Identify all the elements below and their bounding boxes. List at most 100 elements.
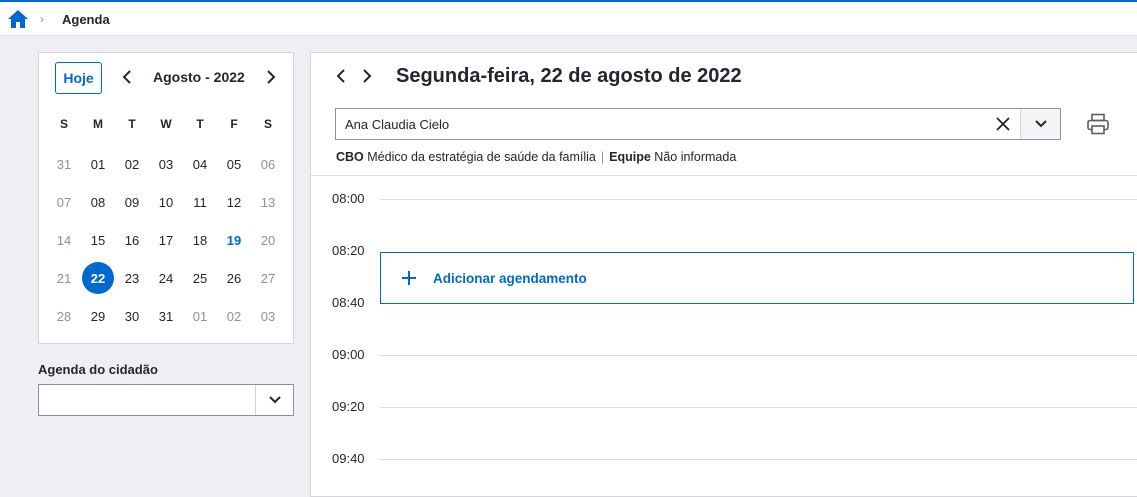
calendar-day-number: 04 [192,156,208,172]
time-label: 09:20 [332,399,365,414]
calendar-day-number: 14 [56,232,72,248]
calendar-day-number: 17 [158,232,174,248]
calendar-day-number: 11 [193,194,207,210]
calendar-day[interactable]: 16 [115,221,149,259]
calendar-day-number: 23 [124,270,140,286]
next-month-icon[interactable] [263,67,279,87]
weekday-label: S [263,117,272,131]
calendar-day[interactable]: 15 [81,221,115,259]
add-appointment-label: Adicionar agendamento [433,271,587,286]
calendar-day[interactable]: 11 [183,183,217,221]
calendar-month-label: Agosto - 2022 [153,69,245,85]
calendar-day[interactable]: 01 [183,297,217,335]
calendar-day[interactable]: 28 [47,297,81,335]
calendar-day[interactable]: 07 [47,183,81,221]
calendar-day-number: 01 [192,308,208,324]
calendar-day[interactable]: 22 [81,259,115,297]
calendar-day[interactable]: 25 [183,259,217,297]
add-appointment-button[interactable]: Adicionar agendamento [380,252,1134,304]
calendar-day[interactable]: 02 [217,297,251,335]
calendar-day[interactable]: 13 [251,183,285,221]
calendar-day-number: 02 [226,308,242,324]
weekday-label: F [230,117,238,131]
cbo-label: CBO [336,150,364,164]
plus-icon [402,271,416,285]
calendar-day[interactable]: 27 [251,259,285,297]
calendar-day-number: 31 [56,156,72,172]
cidadao-select[interactable] [38,384,294,416]
time-label: 08:40 [332,295,365,310]
next-day-icon[interactable] [359,67,375,85]
calendar-day[interactable]: 24 [149,259,183,297]
time-slot-line [380,407,1137,408]
calendar-day[interactable]: 29 [81,297,115,335]
time-label: 09:40 [332,451,365,466]
calendar-day[interactable]: 08 [81,183,115,221]
home-icon[interactable] [7,9,29,29]
calendar-day[interactable]: 06 [251,145,285,183]
calendar-day-number: 02 [124,156,140,172]
calendar-day-number: 27 [260,270,276,286]
calendar-day-number: 13 [260,194,276,210]
breadcrumb-separator: › [40,12,44,26]
mini-calendar: Hoje Agosto - 2022 S M T W T F S 31 01 02 0… [38,52,294,344]
time-label: 09:00 [332,347,365,362]
weekday-label: W [160,117,172,131]
calendar-day[interactable]: 17 [149,221,183,259]
weekday-label: S [59,117,68,131]
calendar-day[interactable]: 02 [115,145,149,183]
day-title: Segunda-feira, 22 de agosto de 2022 [396,65,742,87]
calendar-day[interactable]: 03 [149,145,183,183]
calendar-day-number: 15 [90,232,106,248]
calendar-day[interactable]: 09 [115,183,149,221]
calendar-day-number: 20 [260,232,276,248]
professional-dropdown-button[interactable] [1020,109,1060,139]
calendar-day-number: 29 [90,308,106,324]
calendar-day-number: 07 [56,194,72,210]
calendar-day-number: 19 [226,232,242,248]
calendar-day[interactable]: 23 [115,259,149,297]
today-button[interactable]: Hoje [55,62,102,94]
calendar-day[interactable]: 04 [183,145,217,183]
time-slot-line [380,459,1137,460]
calendar-day[interactable]: 21 [47,259,81,297]
calendar-day-number: 31 [158,308,174,324]
time-slot-line [380,355,1137,356]
calendar-day[interactable]: 12 [217,183,251,221]
calendar-day-number: 26 [226,270,242,286]
weekday-header: S M T W T F S [47,117,285,131]
calendar-day[interactable]: 19 [217,221,251,259]
calendar-day[interactable]: 20 [251,221,285,259]
header-divider [311,175,1137,176]
print-icon[interactable] [1086,113,1110,135]
calendar-day[interactable]: 10 [149,183,183,221]
calendar-day-number: 10 [158,194,174,210]
calendar-day-number: 12 [226,194,242,210]
equipe-label: Equipe [609,150,651,164]
professional-select[interactable]: Ana Claudia Cielo [335,108,1061,140]
calendar-day[interactable]: 18 [183,221,217,259]
cidadao-dropdown-button[interactable] [255,385,293,415]
weekday-label: M [93,117,103,131]
cidadao-label: Agenda do cidadão [38,362,158,377]
cbo-value: Médico da estratégia de saúde da família [367,150,596,164]
calendar-day-number: 16 [124,232,140,248]
calendar-day[interactable]: 26 [217,259,251,297]
chevron-down-icon [268,396,281,404]
calendar-day[interactable]: 14 [47,221,81,259]
cidadao-input[interactable] [39,385,255,415]
calendar-day[interactable]: 05 [217,145,251,183]
previous-day-icon[interactable] [333,67,349,85]
calendar-day[interactable]: 03 [251,297,285,335]
previous-month-icon[interactable] [119,67,135,87]
calendar-day[interactable]: 30 [115,297,149,335]
calendar-day[interactable]: 31 [149,297,183,335]
clear-icon[interactable] [994,115,1012,133]
calendar-day[interactable]: 01 [81,145,115,183]
calendar-day[interactable]: 31 [47,145,81,183]
top-bar: › Agenda [0,0,1137,36]
calendar-day-number: 01 [90,156,106,172]
professional-info: CBO Médico da estratégia de saúde da fam… [336,150,736,164]
weekday-label: T [196,117,204,131]
calendar-day-number: 25 [192,270,208,286]
